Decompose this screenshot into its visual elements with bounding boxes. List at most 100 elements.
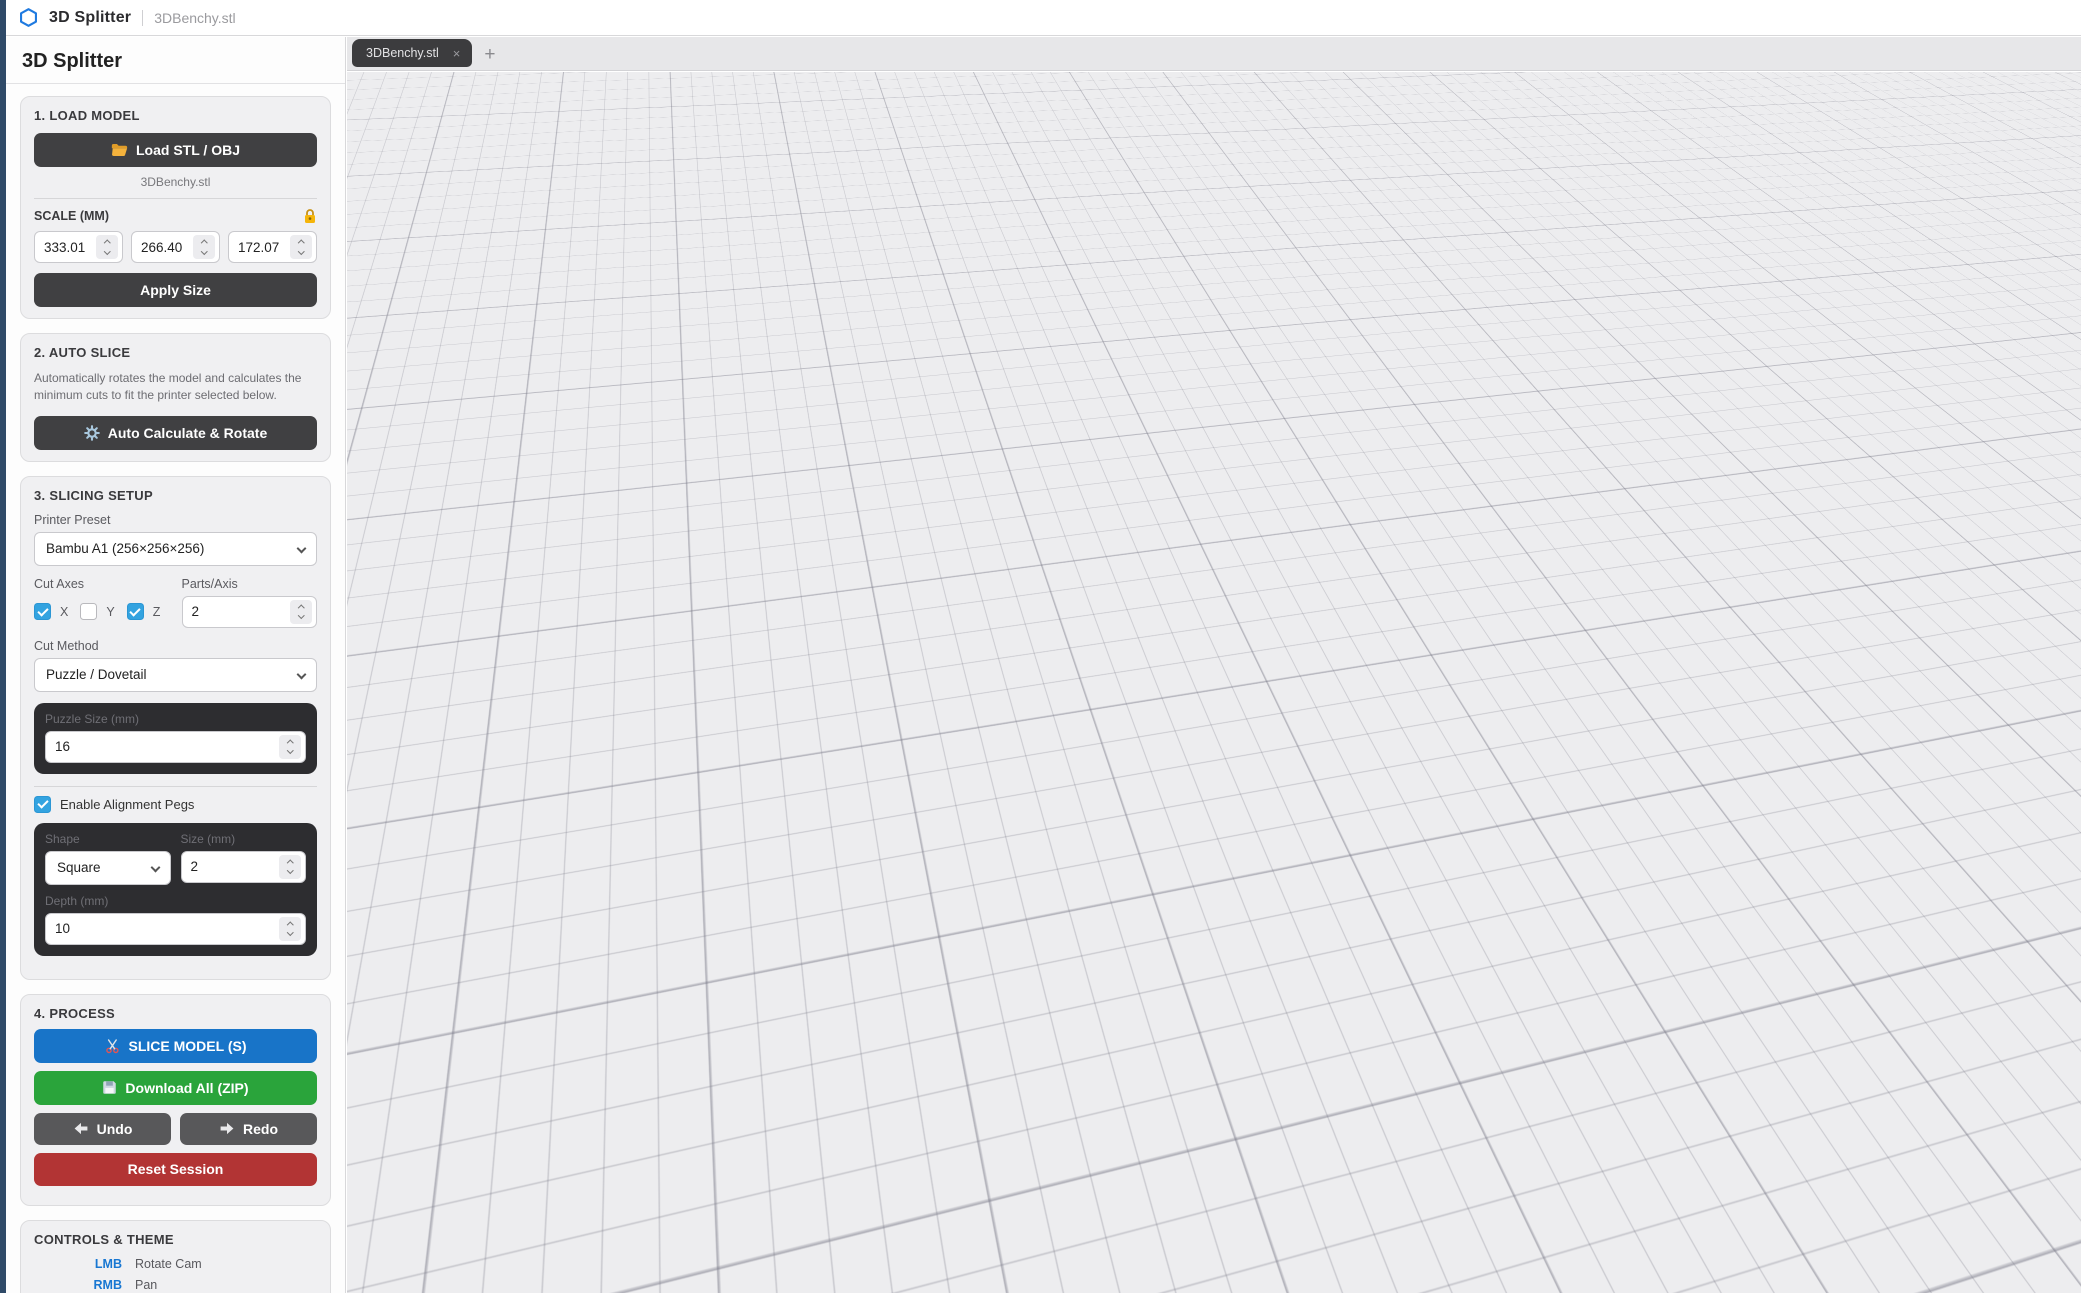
floppy-disk-icon	[102, 1080, 117, 1095]
app-title: 3D Splitter	[49, 9, 131, 27]
app-header: 3D Splitter 3DBenchy.stl	[6, 0, 2081, 36]
reset-session-label: Reset Session	[128, 1161, 224, 1177]
peg-shape-value: Square	[57, 860, 101, 875]
viewport-3d[interactable]: -40 100 Bambu A1	[347, 72, 2081, 1293]
pegs-settings-panel: Shape Square Size (mm) Dept	[34, 823, 317, 956]
scale-inputs-row	[34, 231, 317, 263]
grid-tick-label: 100	[1051, 1045, 1077, 1067]
cut-axes-label: Cut Axes	[34, 577, 170, 591]
scale-z-field[interactable]	[228, 231, 317, 263]
benchy-porthole	[1606, 740, 1666, 802]
undo-button[interactable]: Undo	[34, 1113, 171, 1145]
controls-theme-section: CONTROLS & THEME LMB Rotate Cam RMB Pan …	[20, 1220, 331, 1293]
cut-axis-x-checkbox[interactable]	[34, 603, 51, 620]
cut-axis-z-checkbox[interactable]	[127, 603, 144, 620]
load-model-title: 1. LOAD MODEL	[34, 108, 317, 123]
shortcut-key: LMB	[34, 1257, 122, 1271]
parts-axis-input[interactable]	[192, 604, 291, 619]
load-stl-button[interactable]: Load STL / OBJ	[34, 133, 317, 167]
apply-size-label: Apply Size	[140, 282, 211, 298]
add-tab-button[interactable]: +	[484, 45, 495, 64]
printer-bed-label: Bambu A1	[1341, 1188, 1577, 1293]
app-logo-hexagon-icon	[18, 7, 39, 28]
cut-method-select[interactable]: Puzzle / Dovetail	[34, 658, 317, 692]
peg-shape-select[interactable]: Square	[45, 851, 171, 885]
scale-x-input[interactable]	[44, 240, 96, 255]
sidebar: 3D Splitter 1. LOAD MODEL Load STL / OBJ…	[6, 37, 346, 1293]
undo-arrow-icon	[73, 1122, 89, 1135]
slicing-setup-section: 3. SLICING SETUP Printer Preset Bambu A1…	[20, 476, 331, 980]
tab-bar: 3DBenchy.stl × +	[347, 37, 2081, 71]
auto-calculate-button[interactable]: Auto Calculate & Rotate	[34, 416, 317, 450]
redo-button[interactable]: Redo	[180, 1113, 317, 1145]
process-section: 4. PROCESS SLICE MODEL (S) Download All …	[20, 994, 331, 1206]
download-all-label: Download All (ZIP)	[125, 1080, 248, 1096]
peg-depth-input[interactable]	[55, 921, 279, 936]
auto-calculate-label: Auto Calculate & Rotate	[108, 425, 267, 441]
download-all-button[interactable]: Download All (ZIP)	[34, 1071, 317, 1105]
scale-label: SCALE (MM)	[34, 209, 109, 223]
apply-size-button[interactable]: Apply Size	[34, 273, 317, 307]
tab-label: 3DBenchy.stl	[366, 46, 439, 60]
peg-size-field[interactable]	[181, 851, 307, 883]
scale-lock-icon[interactable]	[303, 208, 317, 224]
controls-theme-title: CONTROLS & THEME	[34, 1232, 317, 1247]
sidebar-divider	[6, 83, 345, 84]
benchy-cabin	[1022, 430, 1506, 772]
chevron-down-icon	[297, 544, 307, 554]
puzzle-size-input[interactable]	[55, 739, 279, 754]
cut-axis-z-label: Z	[153, 605, 161, 619]
peg-depth-stepper[interactable]	[279, 917, 301, 941]
parts-axis-group: Parts/Axis	[182, 577, 318, 628]
parts-axis-stepper[interactable]	[290, 600, 312, 624]
auto-slice-section: 2. AUTO SLICE Automatically rotates the …	[20, 333, 331, 462]
window-edge-strip	[0, 0, 6, 1293]
scale-y-stepper[interactable]	[193, 235, 215, 259]
load-stl-label: Load STL / OBJ	[136, 142, 240, 158]
peg-size-stepper[interactable]	[279, 855, 301, 879]
undo-label: Undo	[97, 1121, 133, 1137]
puzzle-size-panel: Puzzle Size (mm)	[34, 703, 317, 774]
cut-axis-y-checkbox[interactable]	[80, 603, 97, 620]
enable-pegs-checkbox[interactable]	[34, 796, 51, 813]
tab-3dbenchy[interactable]: 3DBenchy.stl ×	[352, 39, 472, 67]
puzzle-size-field[interactable]	[45, 731, 306, 763]
scale-z-input[interactable]	[238, 240, 290, 255]
setup-divider	[34, 786, 317, 787]
cut-method-value: Puzzle / Dovetail	[46, 667, 147, 682]
printer-preset-select[interactable]: Bambu A1 (256×256×256)	[34, 532, 317, 566]
scale-y-field[interactable]	[131, 231, 220, 263]
peg-size-input[interactable]	[191, 859, 280, 874]
printer-preset-label: Printer Preset	[34, 513, 317, 527]
scale-x-field[interactable]	[34, 231, 123, 263]
app-window: 3D Splitter 3DBenchy.stl 3D Splitter 1. …	[0, 0, 2081, 1293]
folder-open-icon	[111, 143, 128, 157]
parts-axis-field[interactable]	[182, 596, 318, 628]
reset-session-button[interactable]: Reset Session	[34, 1153, 317, 1186]
redo-arrow-icon	[219, 1122, 235, 1135]
slice-model-label: SLICE MODEL (S)	[129, 1038, 247, 1054]
cut-method-label: Cut Method	[34, 639, 317, 653]
gear-icon	[84, 425, 100, 441]
cut-axes-group: Cut Axes X Y Z	[34, 577, 170, 628]
puzzle-size-stepper[interactable]	[279, 735, 301, 759]
slice-model-button[interactable]: SLICE MODEL (S)	[34, 1029, 317, 1063]
auto-slice-description: Automatically rotates the model and calc…	[34, 370, 317, 405]
tab-close-icon[interactable]: ×	[453, 47, 461, 60]
scale-x-stepper[interactable]	[96, 235, 118, 259]
peg-depth-label: Depth (mm)	[45, 894, 306, 908]
process-title: 4. PROCESS	[34, 1006, 317, 1021]
benchy-bollard	[858, 633, 926, 716]
scale-y-input[interactable]	[141, 240, 193, 255]
shortcut-action: Pan	[135, 1278, 157, 1292]
viewport-scene: -40 100 Bambu A1	[347, 72, 2081, 1293]
scale-z-stepper[interactable]	[290, 235, 312, 259]
header-open-file: 3DBenchy.stl	[154, 10, 235, 26]
cut-axis-x-label: X	[60, 605, 68, 619]
cut-axis-y-label: Y	[106, 605, 114, 619]
benchy-model[interactable]	[780, 144, 1782, 980]
chevron-down-icon	[297, 670, 307, 680]
peg-depth-field[interactable]	[45, 913, 306, 945]
enable-pegs-label: Enable Alignment Pegs	[60, 797, 194, 812]
scissors-icon	[105, 1038, 121, 1054]
